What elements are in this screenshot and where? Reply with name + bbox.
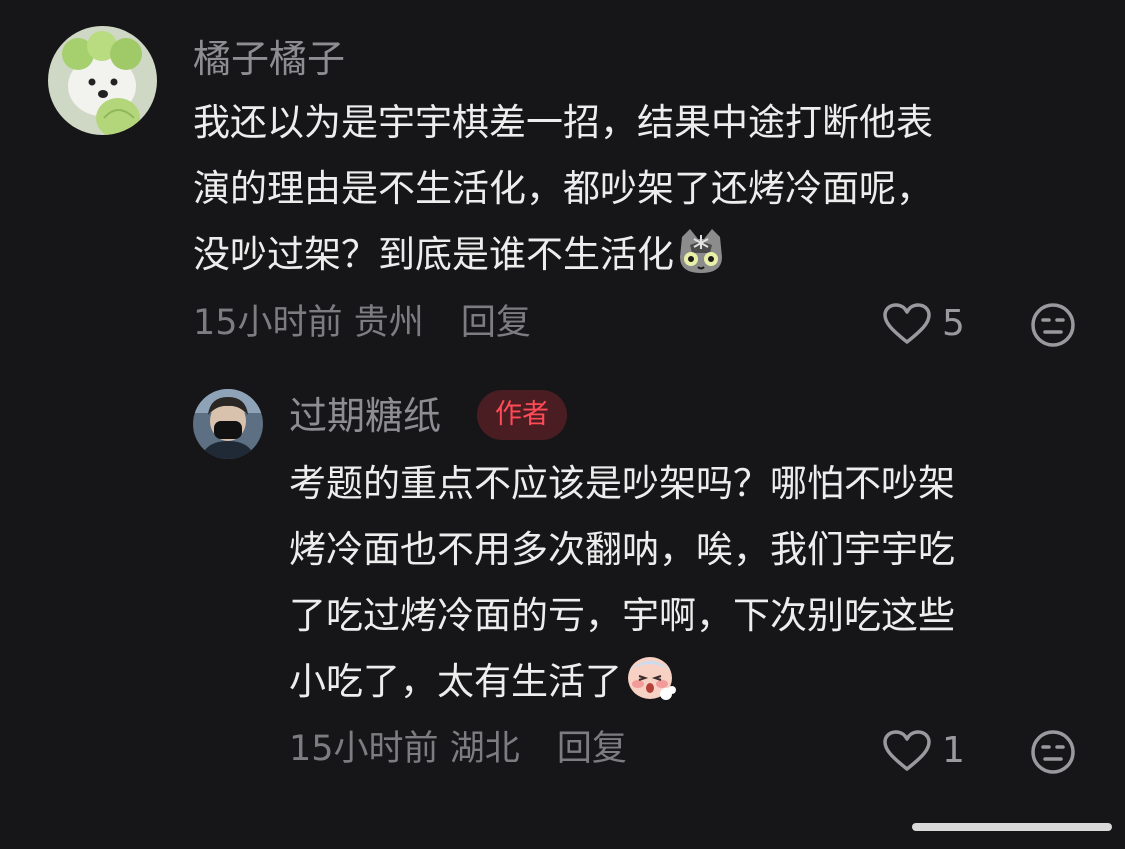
reply-button[interactable]: 回复 bbox=[557, 729, 627, 769]
comment-line: 考题的重点不应该是吵架吗？哪怕不吵架 bbox=[289, 462, 955, 505]
location: 湖北 bbox=[449, 729, 520, 769]
comment-line: 演的理由是不生活化，都吵架了还烤冷面呢， bbox=[193, 167, 933, 210]
like-count: 5 bbox=[942, 303, 965, 344]
comment-text: 我还以为是宇宇棋差一招，结果中途打断他表 演的理由是不生活化，都吵架了还烤冷面呢… bbox=[193, 90, 933, 296]
cat-face-emoji bbox=[676, 227, 726, 296]
comment-text: 考题的重点不应该是吵架吗？哪怕不吵架 烤冷面也不用多次翻呐，唉，我们宇宇吃 了吃… bbox=[289, 451, 955, 723]
man-avatar-image bbox=[193, 389, 263, 459]
comment-line: 了吃过烤冷面的亏，宇啊，下次别吃这些 bbox=[289, 594, 955, 637]
dog-avatar-image bbox=[48, 26, 157, 135]
heart-icon bbox=[883, 730, 931, 771]
sick-face-emoji bbox=[624, 654, 676, 723]
timestamp: 15小时前 bbox=[289, 729, 439, 769]
reply-button[interactable]: 回复 bbox=[461, 303, 531, 343]
author-badge: 作者 bbox=[477, 390, 567, 440]
username[interactable]: 过期糖纸 bbox=[289, 393, 441, 439]
location: 贵州 bbox=[353, 303, 424, 343]
username[interactable]: 橘子橘子 bbox=[193, 36, 345, 82]
avatar-man[interactable] bbox=[193, 389, 263, 459]
comment-line: 烤冷面也不用多次翻呐，唉，我们宇宇吃 bbox=[289, 528, 955, 571]
heart-icon bbox=[883, 303, 931, 344]
comment-line-text: 没吵过架？到底是谁不生活化 bbox=[193, 233, 674, 276]
timestamp: 15小时前 bbox=[193, 303, 343, 343]
comment-line-last: 没吵过架？到底是谁不生活化 bbox=[193, 222, 933, 296]
comment-line-text: 小吃了，太有生活了 bbox=[289, 660, 622, 703]
comment-meta: 15小时前 贵州 回复 bbox=[193, 301, 531, 345]
avatar-dog[interactable] bbox=[48, 26, 157, 135]
dislike-face-icon[interactable] bbox=[1029, 301, 1077, 353]
like-count: 1 bbox=[942, 730, 965, 771]
scroll-indicator bbox=[912, 823, 1112, 831]
comment-line-last: 小吃了，太有生活了 bbox=[289, 649, 955, 723]
comment-meta: 15小时前 湖北 回复 bbox=[289, 727, 627, 771]
like-button[interactable]: 1 bbox=[882, 729, 965, 773]
like-button[interactable]: 5 bbox=[882, 302, 965, 346]
comment-line: 我还以为是宇宇棋差一招，结果中途打断他表 bbox=[193, 101, 933, 144]
dislike-face-icon[interactable] bbox=[1029, 728, 1077, 780]
